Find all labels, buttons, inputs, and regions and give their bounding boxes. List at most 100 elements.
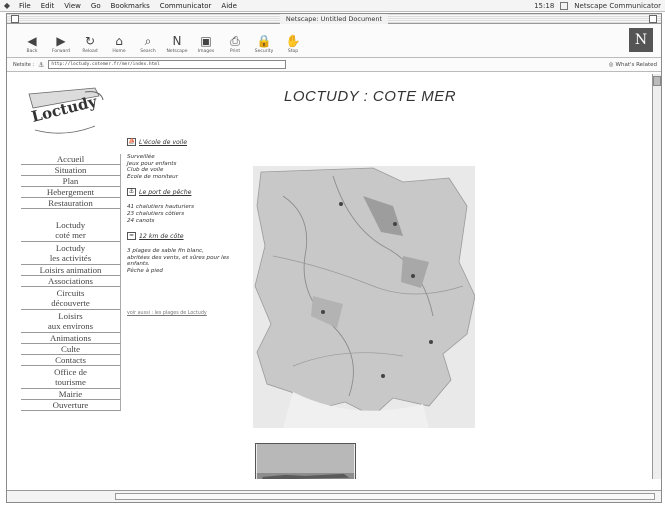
page-content: Loctudy LOCTUDY : COTE MER Accueil Situa… bbox=[7, 74, 653, 479]
home-label: Home bbox=[112, 49, 126, 54]
menu-aide[interactable]: Aide bbox=[216, 2, 241, 10]
forward-icon: ▶ bbox=[56, 34, 66, 48]
sidebar-nav: Accueil Situation Plan Hebergement Resta… bbox=[21, 154, 121, 411]
menu-communicator[interactable]: Communicator bbox=[155, 2, 217, 10]
search-icon: ⌕ bbox=[144, 34, 152, 48]
apple-menu-icon[interactable]: ◆ bbox=[0, 1, 14, 10]
back-icon: ◀ bbox=[27, 34, 37, 48]
section-text: 3 plages de sable fin blanc, abritées de… bbox=[127, 248, 267, 274]
text-line: Ecole de moniteur bbox=[127, 173, 179, 180]
menu-file[interactable]: File bbox=[14, 2, 36, 10]
nav-restauration[interactable]: Restauration bbox=[21, 198, 121, 209]
text-line: Club de voile bbox=[127, 167, 164, 174]
info-column: ⛵ L'école de voile Surveillée Jeux pour … bbox=[127, 138, 267, 316]
nav-circuits-decouverte[interactable]: Circuits découverte bbox=[21, 287, 121, 310]
location-label: Netsite : bbox=[13, 61, 35, 68]
back-label: Back bbox=[26, 49, 38, 54]
nav-culte[interactable]: Culte bbox=[21, 344, 121, 355]
loctudy-logo[interactable]: Loctudy bbox=[25, 86, 107, 146]
menu-view[interactable]: View bbox=[59, 2, 86, 10]
stop-button[interactable]: ✋ Stop bbox=[282, 34, 304, 54]
vertical-scrollbar[interactable] bbox=[652, 74, 661, 479]
beach-photo[interactable] bbox=[255, 443, 356, 479]
security-label: Security bbox=[254, 49, 274, 54]
page-proxy-icon[interactable]: ⚓ bbox=[38, 61, 44, 69]
nav-loisirs-animation[interactable]: Loisirs animation bbox=[21, 265, 121, 276]
section-text: Surveillée Jeux pour enfants Club de voi… bbox=[127, 154, 267, 180]
text-line: enfants. bbox=[127, 261, 150, 268]
print-label: Print bbox=[229, 49, 241, 54]
menu-list: File Edit View Go Bookmarks Communicator… bbox=[14, 2, 242, 10]
text-line: 3 plages de sable fin blanc, bbox=[127, 248, 204, 255]
whats-related-button[interactable]: ◎ What's Related bbox=[609, 62, 657, 68]
reload-button[interactable]: ↻ Reload bbox=[79, 34, 101, 54]
images-button[interactable]: ▣ Images bbox=[195, 34, 217, 54]
clock: 15:18 bbox=[534, 2, 555, 10]
netscape-logo-icon[interactable]: N bbox=[629, 28, 653, 52]
horizontal-scrollbar[interactable] bbox=[115, 493, 655, 500]
nav-spacer bbox=[21, 209, 121, 219]
menu-edit[interactable]: Edit bbox=[36, 2, 60, 10]
text-line: 41 chalutiers hauturiers bbox=[127, 204, 194, 211]
page-title: LOCTUDY : COTE MER bbox=[284, 88, 457, 105]
area-map[interactable] bbox=[253, 166, 475, 428]
nav-hebergement[interactable]: Hebergement bbox=[21, 187, 121, 198]
section-link[interactable]: L'école de voile bbox=[139, 139, 187, 146]
browser-window: Netscape: Untitled Document ◀ Back ▶ For… bbox=[6, 13, 662, 503]
sailboat-icon: ⛵ bbox=[127, 138, 136, 146]
netscape-icon: N bbox=[172, 34, 182, 48]
reload-icon: ↻ bbox=[84, 34, 96, 48]
zoom-box-icon[interactable] bbox=[649, 15, 657, 23]
text-line: Pêche à pied bbox=[127, 267, 163, 274]
menu-bookmarks[interactable]: Bookmarks bbox=[106, 2, 155, 10]
nav-loctudy-cote-mer[interactable]: Loctudy coté mer bbox=[21, 219, 121, 242]
section-link[interactable]: 12 km de côte bbox=[139, 233, 184, 240]
nav-loisirs-environs[interactable]: Loisirs aux environs bbox=[21, 310, 121, 333]
text-line: Surveillée bbox=[127, 154, 155, 160]
nav-contacts[interactable]: Contacts bbox=[21, 355, 121, 366]
app-switch-icon[interactable] bbox=[560, 2, 569, 10]
lock-icon: 🔒 bbox=[256, 34, 272, 48]
titlebar[interactable]: Netscape: Untitled Document bbox=[7, 14, 661, 24]
forward-button[interactable]: ▶ Forward bbox=[50, 34, 72, 54]
security-button[interactable]: 🔒 Security bbox=[253, 34, 275, 54]
text-line: 24 canots bbox=[127, 217, 155, 224]
section-link[interactable]: Le port de pêche bbox=[139, 189, 191, 196]
menu-go[interactable]: Go bbox=[86, 2, 106, 10]
section-ecole-voile-heading: ⛵ L'école de voile bbox=[127, 138, 267, 146]
images-label: Images bbox=[197, 49, 215, 54]
url-field[interactable]: http://loctudy.cotemer.fr/mer/index.html bbox=[48, 60, 287, 69]
search-label: Search bbox=[140, 49, 156, 54]
print-button[interactable]: ⎙ Print bbox=[224, 34, 246, 54]
nav-office-tourisme[interactable]: Office de tourisme bbox=[21, 366, 121, 389]
footer-link[interactable]: voir aussi : les plages de Loctudy bbox=[127, 311, 267, 316]
back-button[interactable]: ◀ Back bbox=[21, 34, 43, 54]
wave-icon: ≈ bbox=[127, 232, 136, 241]
window-title: Netscape: Untitled Document bbox=[279, 14, 389, 24]
home-button[interactable]: ⌂ Home bbox=[108, 34, 130, 54]
nav-accueil[interactable]: Accueil bbox=[21, 154, 121, 165]
menubar: ◆ File Edit View Go Bookmarks Communicat… bbox=[0, 0, 665, 12]
related-icon: ◎ bbox=[608, 61, 614, 68]
nav-associations[interactable]: Associations bbox=[21, 276, 121, 287]
status-bar bbox=[7, 490, 661, 502]
location-bar: Netsite : ⚓ http://loctudy.cotemer.fr/me… bbox=[7, 58, 661, 72]
nav-animations[interactable]: Animations bbox=[21, 333, 121, 344]
navigation-toolbar: ◀ Back ▶ Forward ↻ Reload ⌂ Home ⌕ Searc… bbox=[7, 24, 661, 58]
stop-label: Stop bbox=[287, 49, 299, 54]
home-icon: ⌂ bbox=[115, 34, 123, 48]
close-box-icon[interactable] bbox=[11, 15, 19, 23]
netscape-button[interactable]: N Netscape bbox=[166, 34, 188, 54]
nav-mairie[interactable]: Mairie bbox=[21, 389, 121, 400]
nav-plan[interactable]: Plan bbox=[21, 176, 121, 187]
nav-situation[interactable]: Situation bbox=[21, 165, 121, 176]
nav-loctudy-activites[interactable]: Loctudy les activités bbox=[21, 242, 121, 265]
text-line: 23 chalutiers côtiers bbox=[127, 210, 185, 217]
section-cote-heading: ≈ 12 km de côte bbox=[127, 232, 267, 241]
application-menu[interactable]: Netscape Communicator bbox=[574, 2, 661, 10]
scroll-thumb[interactable] bbox=[653, 76, 661, 86]
boat-icon: ⚓ bbox=[127, 188, 136, 197]
search-button[interactable]: ⌕ Search bbox=[137, 34, 159, 54]
nav-ouverture[interactable]: Ouverture bbox=[21, 400, 121, 411]
section-port-peche-heading: ⚓ Le port de pêche bbox=[127, 188, 267, 197]
